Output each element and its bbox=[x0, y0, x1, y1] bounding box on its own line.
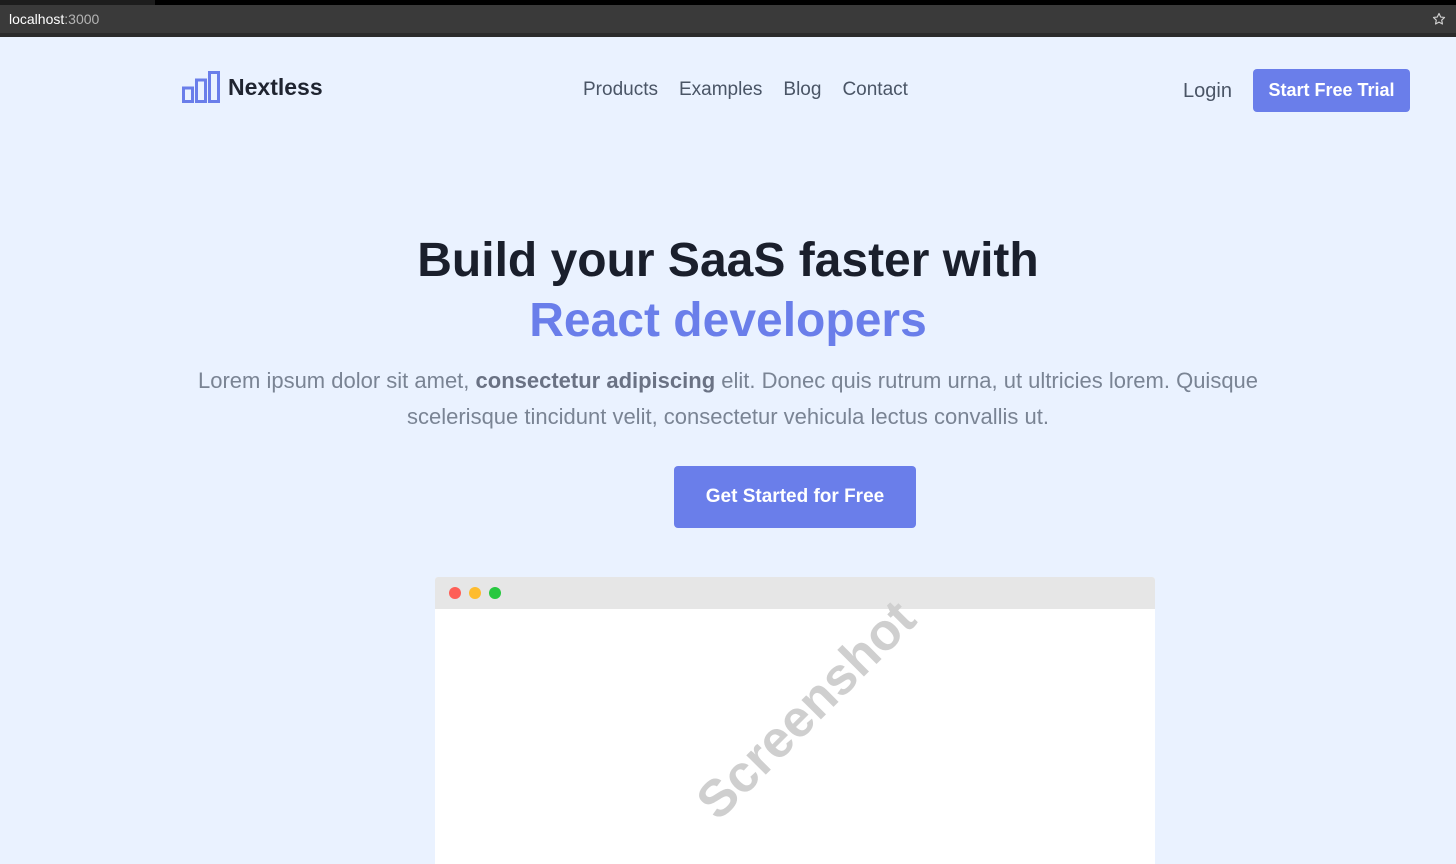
get-started-button[interactable]: Get Started for Free bbox=[674, 466, 916, 528]
browser-address-bar[interactable]: localhost:3000 bbox=[0, 5, 1456, 37]
maximize-dot-icon bbox=[489, 587, 501, 599]
nav-link-examples[interactable]: Examples bbox=[679, 79, 762, 101]
hero-subtitle: Lorem ipsum dolor sit amet, consectetur … bbox=[178, 363, 1278, 435]
login-link[interactable]: Login bbox=[1183, 80, 1232, 103]
landing-page: Nextless Products Examples Blog Contact … bbox=[0, 41, 1456, 864]
hero-title: Build your SaaS faster with React develo… bbox=[0, 231, 1456, 351]
star-icon[interactable] bbox=[1431, 11, 1447, 27]
hero-title-accent: React developers bbox=[529, 294, 927, 347]
hero-subtitle-part1: Lorem ipsum dolor sit amet, bbox=[197, 368, 476, 393]
top-navigation: Nextless Products Examples Blog Contact … bbox=[0, 41, 1456, 141]
hero-section: Build your SaaS faster with React develo… bbox=[0, 231, 1456, 435]
nav-link-blog[interactable]: Blog bbox=[783, 79, 821, 101]
hero-subtitle-bold: consectetur adipiscing bbox=[475, 368, 716, 393]
preview-window-body: Screenshot bbox=[435, 589, 1155, 864]
brand-logo[interactable]: Nextless bbox=[182, 71, 323, 103]
nav-link-products[interactable]: Products bbox=[583, 79, 658, 101]
app-preview-window: Screenshot bbox=[435, 577, 1155, 864]
url-host: localhost bbox=[9, 11, 65, 27]
nav-link-contact[interactable]: Contact bbox=[842, 79, 907, 101]
url-text[interactable]: localhost:3000 bbox=[9, 11, 99, 27]
url-port: :3000 bbox=[64, 11, 100, 27]
minimize-dot-icon bbox=[469, 587, 481, 599]
nav-links: Products Examples Blog Contact bbox=[583, 79, 908, 101]
bar-chart-icon bbox=[182, 71, 220, 103]
screenshot-watermark: Screenshot bbox=[685, 589, 927, 831]
hero-title-line1: Build your SaaS faster with bbox=[417, 234, 1039, 287]
preview-window-titlebar bbox=[435, 577, 1155, 609]
brand-name: Nextless bbox=[228, 73, 323, 100]
close-dot-icon bbox=[449, 587, 461, 599]
start-free-trial-button[interactable]: Start Free Trial bbox=[1253, 69, 1410, 112]
